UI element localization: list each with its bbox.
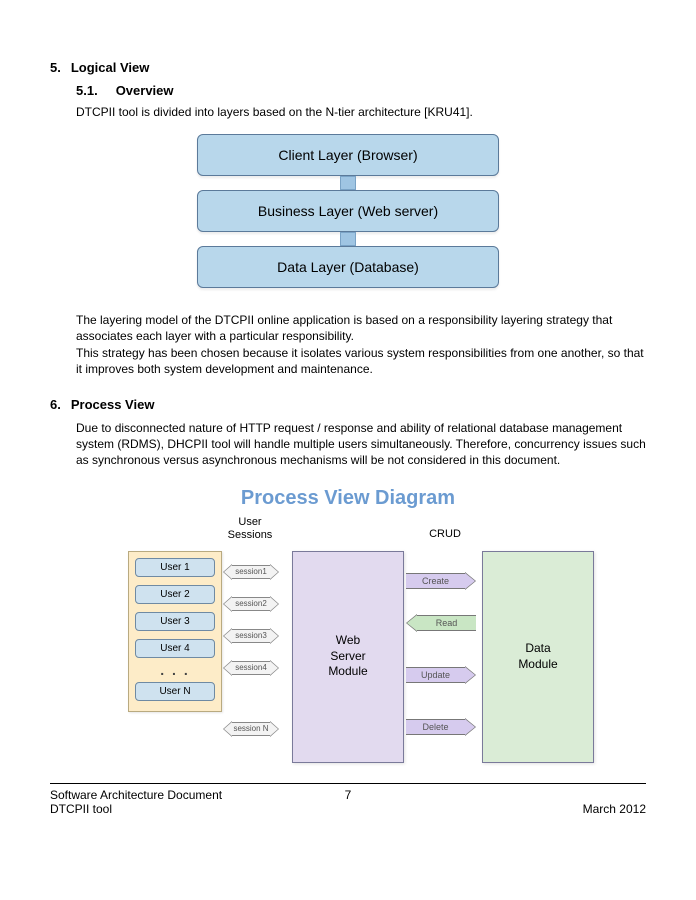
- document-page: 5. Logical View 5.1. Overview DTCPII too…: [0, 0, 696, 840]
- section-6-heading: 6. Process View: [50, 397, 646, 412]
- ellipsis: . . .: [135, 662, 215, 678]
- arrow-head-icon: [223, 628, 232, 644]
- section-5-paragraph-2: This strategy has been chosen because it…: [76, 345, 646, 377]
- arrow-head-icon: [223, 596, 232, 612]
- user-chip: User 2: [135, 585, 215, 604]
- section-title: Logical View: [71, 60, 150, 75]
- crud-delete-arrow: Delete: [406, 718, 476, 736]
- user-chip: User 1: [135, 558, 215, 577]
- arrow-label: session3: [232, 629, 270, 643]
- arrow-head-icon: [270, 721, 279, 737]
- web-server-module-box: Web Server Module: [292, 551, 404, 763]
- footer-page-number: 7: [50, 788, 646, 802]
- arrow-label: Read: [417, 615, 476, 631]
- process-view-diagram: User Sessions CRUD User 1 User 2 User 3 …: [110, 516, 660, 776]
- layer-connector: [340, 176, 356, 190]
- session-arrow: session1: [223, 564, 279, 580]
- crud-create-arrow: Create: [406, 572, 476, 590]
- arrow-head-icon: [465, 572, 476, 590]
- section-number: 6.: [50, 397, 61, 412]
- section-5-1-heading: 5.1. Overview: [76, 83, 646, 98]
- section-5-heading: 5. Logical View: [50, 60, 646, 75]
- arrow-label: session4: [232, 661, 270, 675]
- arrow-label: session1: [232, 565, 270, 579]
- session-arrow: session2: [223, 596, 279, 612]
- arrow-label: Update: [406, 667, 465, 683]
- arrow-label: session2: [232, 597, 270, 611]
- arrow-head-icon: [465, 718, 476, 736]
- section-6-paragraph: Due to disconnected nature of HTTP reque…: [76, 420, 646, 469]
- arrow-head-icon: [223, 660, 232, 676]
- footer-tool-name: DTCPII tool: [50, 802, 112, 816]
- data-module-box: Data Module: [482, 551, 594, 763]
- crud-read-arrow: Read: [406, 614, 476, 632]
- user-sessions-label: User Sessions: [220, 516, 280, 542]
- users-column: User 1 User 2 User 3 User 4 . . . User N: [128, 551, 222, 712]
- arrow-head-icon: [270, 564, 279, 580]
- arrow-label: Create: [406, 573, 465, 589]
- section-title: Process View: [71, 397, 155, 412]
- arrow-head-icon: [223, 564, 232, 580]
- client-layer-box: Client Layer (Browser): [197, 134, 499, 176]
- process-view-title: Process View Diagram: [50, 487, 646, 510]
- arrow-head-icon: [406, 614, 417, 632]
- box-label: Data Module: [518, 641, 557, 672]
- box-label: Web Server Module: [328, 633, 367, 680]
- layer-connector: [340, 232, 356, 246]
- business-layer-box: Business Layer (Web server): [197, 190, 499, 232]
- section-number: 5.: [50, 60, 61, 75]
- page-footer: Software Architecture Document DTCPII to…: [50, 783, 646, 816]
- section-5-paragraph-1: The layering model of the DTCPII online …: [76, 312, 646, 344]
- user-chip: User 4: [135, 639, 215, 658]
- label-line2: Sessions: [228, 529, 273, 541]
- arrow-label: Delete: [406, 719, 465, 735]
- arrow-head-icon: [223, 721, 232, 737]
- user-chip: User N: [135, 682, 215, 701]
- session-arrow: session4: [223, 660, 279, 676]
- layer-diagram: Client Layer (Browser) Business Layer (W…: [188, 134, 508, 288]
- subsection-title: Overview: [116, 83, 174, 98]
- crud-label: CRUD: [420, 528, 470, 541]
- arrow-head-icon: [270, 628, 279, 644]
- arrow-head-icon: [270, 660, 279, 676]
- arrow-head-icon: [465, 666, 476, 684]
- footer-date: March 2012: [583, 802, 646, 816]
- arrow-label: session N: [232, 722, 270, 736]
- section-5-1-intro: DTCPII tool is divided into layers based…: [76, 104, 646, 120]
- session-arrow: session N: [223, 721, 279, 737]
- subsection-number: 5.1.: [76, 83, 98, 98]
- user-chip: User 3: [135, 612, 215, 631]
- data-layer-box: Data Layer (Database): [197, 246, 499, 288]
- label-line1: User: [238, 516, 261, 528]
- arrow-head-icon: [270, 596, 279, 612]
- session-arrow: session3: [223, 628, 279, 644]
- crud-update-arrow: Update: [406, 666, 476, 684]
